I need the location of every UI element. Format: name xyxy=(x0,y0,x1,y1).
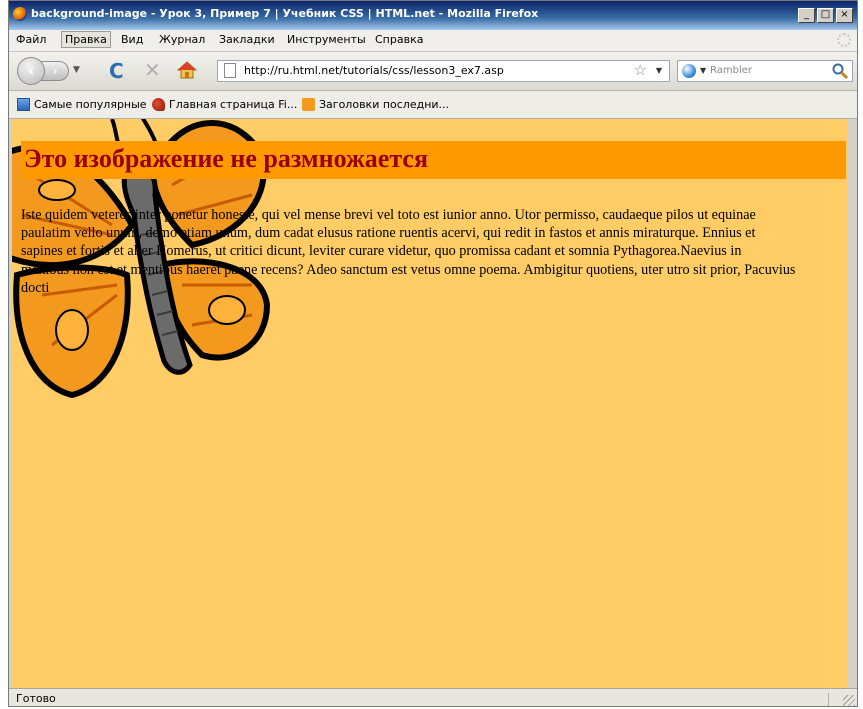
home-icon xyxy=(176,61,198,79)
magnifier-icon xyxy=(832,63,849,80)
search-input[interactable]: Rambler xyxy=(710,65,752,76)
title-bar[interactable]: background-image - Урок 3, Пример 7 | Уч… xyxy=(9,1,857,30)
address-input[interactable]: http://ru.html.net/tutorials/css/lesson3… xyxy=(244,64,504,77)
bookmark-label: Самые популярные xyxy=(34,98,147,111)
page-content: Это изображение не размножается Iste qui… xyxy=(12,119,848,688)
status-bar: Готово xyxy=(9,688,857,706)
page-favicon-icon xyxy=(224,63,236,78)
navigation-toolbar: › ‹ ▼ C ✕ http://ru.html.net/tutorials/c… xyxy=(9,52,857,91)
search-engine-dropdown-icon[interactable]: ▼ xyxy=(700,66,706,75)
bookmark-latest-headlines[interactable]: Заголовки последни... xyxy=(302,98,449,111)
bookmark-label: Заголовки последни... xyxy=(319,98,450,111)
page-heading-text: Это изображение не размножается xyxy=(24,144,429,173)
paragraph-line: manibus non est et mentibus haeret paene… xyxy=(21,261,796,278)
stop-button[interactable]: ✕ xyxy=(144,60,161,80)
menu-tools[interactable]: Инструменты xyxy=(287,33,366,46)
page-paragraph: Iste quidem veteres inter ponetur honest… xyxy=(21,206,843,297)
paragraph-line: sapines et fortis et alter Homerus, ut c… xyxy=(21,243,742,260)
page-heading: Это изображение не размножается xyxy=(21,141,846,179)
paragraph-line: paulatim vello unum, demo etiam unum, du… xyxy=(21,225,756,242)
url-dropdown-icon[interactable]: ▼ xyxy=(656,66,662,75)
menu-bar: Файл Правка Вид Журнал Закладки Инструме… xyxy=(9,30,857,52)
bookmark-label: Главная страница Fi... xyxy=(169,98,298,111)
menu-history[interactable]: Журнал xyxy=(159,33,205,46)
search-engine-icon[interactable] xyxy=(682,64,696,78)
search-icon[interactable] xyxy=(832,63,849,80)
back-arrow-icon: ‹ xyxy=(27,61,35,80)
menu-view[interactable]: Вид xyxy=(121,33,143,46)
firefox-home-icon xyxy=(152,98,165,111)
menu-file[interactable]: Файл xyxy=(16,33,46,46)
bookmarks-toolbar: Самые популярные Главная страница Fi... … xyxy=(9,91,857,119)
most-visited-icon xyxy=(17,98,30,111)
history-dropdown-icon[interactable]: ▼ xyxy=(73,65,80,75)
browser-window: background-image - Урок 3, Пример 7 | Уч… xyxy=(8,0,858,707)
paragraph-line: docti xyxy=(21,279,50,296)
window-title: background-image - Урок 3, Пример 7 | Уч… xyxy=(31,7,539,20)
paragraph-line: Iste quidem veteres inter ponetur honest… xyxy=(21,207,756,223)
bookmark-firefox-home[interactable]: Главная страница Fi... xyxy=(152,98,297,111)
resize-grip-icon[interactable] xyxy=(828,693,855,706)
rss-feed-icon xyxy=(302,98,315,111)
back-button[interactable]: ‹ xyxy=(17,57,45,85)
status-text: Готово xyxy=(16,692,56,705)
maximize-button[interactable]: □ xyxy=(817,8,834,23)
menu-bookmarks[interactable]: Закладки xyxy=(219,33,275,46)
address-bar[interactable]: http://ru.html.net/tutorials/css/lesson3… xyxy=(217,60,670,82)
window-controls: _ □ × xyxy=(798,8,853,23)
menu-help[interactable]: Справка xyxy=(375,33,423,46)
forward-button[interactable]: › xyxy=(41,61,69,81)
bookmark-most-visited[interactable]: Самые популярные xyxy=(17,98,147,111)
minimize-button[interactable]: _ xyxy=(798,8,815,23)
reload-button[interactable]: C xyxy=(109,61,124,81)
home-button[interactable] xyxy=(176,61,198,79)
search-bar[interactable]: ▼ Rambler xyxy=(677,60,853,82)
close-button[interactable]: × xyxy=(836,8,853,23)
firefox-icon xyxy=(13,7,27,21)
throbber-icon xyxy=(837,33,851,47)
forward-arrow-icon: › xyxy=(52,64,58,78)
star-bookmark-icon[interactable]: ☆ xyxy=(634,61,647,79)
menu-edit[interactable]: Правка xyxy=(61,31,111,48)
back-forward-group: › ‹ ▼ xyxy=(17,57,97,85)
